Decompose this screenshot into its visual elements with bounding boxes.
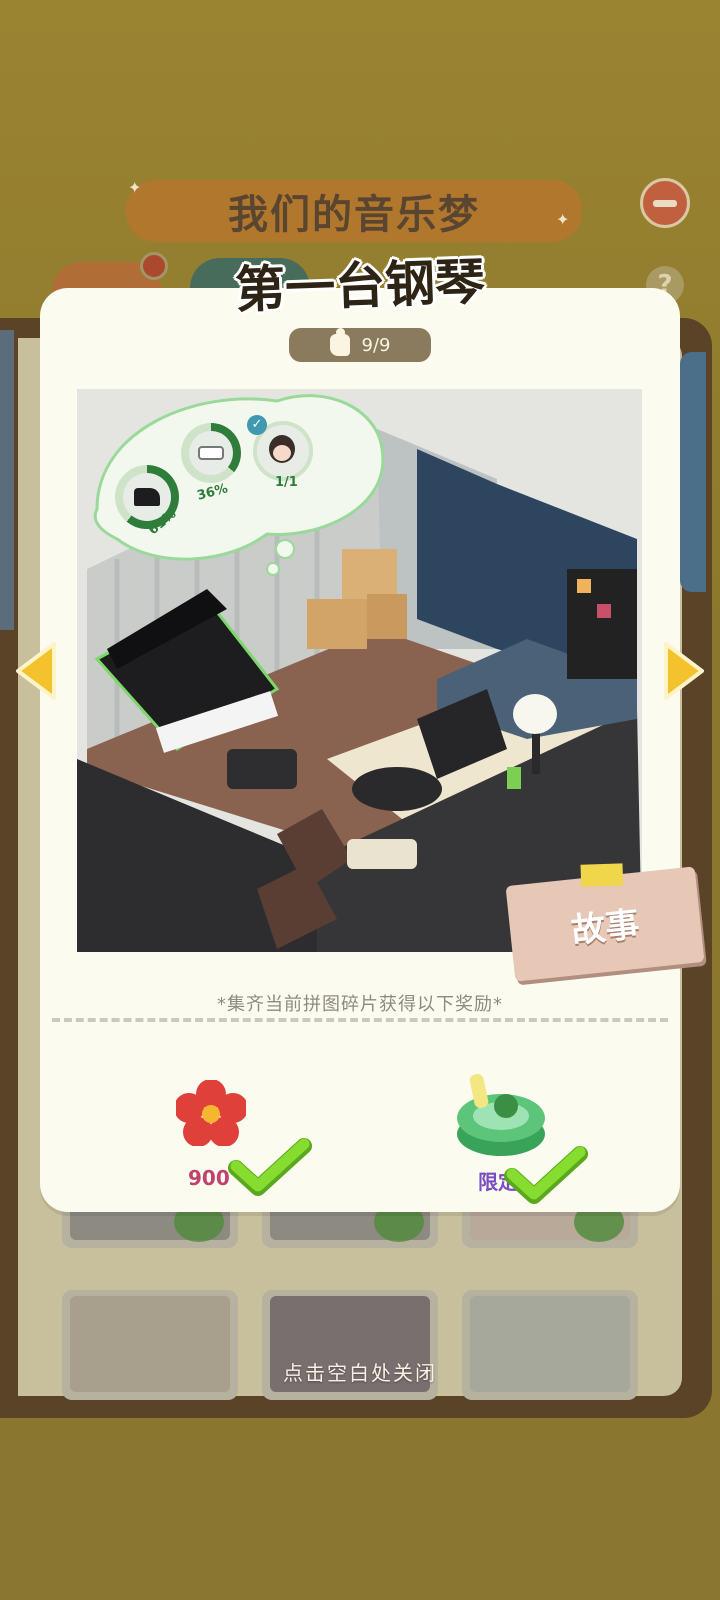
- reward-caption: *集齐当前拼图碎片获得以下奖励*: [217, 994, 503, 1015]
- board-side-strip: [0, 330, 14, 630]
- puzzle-piece-icon: [329, 328, 350, 356]
- roller-task-ring: [181, 423, 241, 483]
- check-icon: [504, 1146, 588, 1204]
- check-circle-icon: ✓: [247, 415, 267, 435]
- story-button[interactable]: 故事: [505, 863, 705, 982]
- story-button-label: 故事: [569, 904, 642, 951]
- tape-decoration: [580, 863, 624, 887]
- reward-item: 900: [146, 1080, 312, 1200]
- album-title-ribbon: 我们的音乐梦: [126, 180, 582, 242]
- puzzle-scene-image: 61% 36% ✓ 1/1: [77, 389, 642, 952]
- divider: [52, 1018, 668, 1022]
- minus-close-icon[interactable]: [640, 178, 690, 228]
- album-title: 我们的音乐梦: [228, 192, 480, 238]
- tap-to-close-hint: 点击空白处关闭: [283, 1361, 437, 1385]
- next-arrow-icon[interactable]: [660, 640, 706, 702]
- reward-item: 限定: [440, 1068, 588, 1204]
- piece-progress-pill: 9/9: [289, 328, 431, 362]
- board-side-tab: [680, 352, 706, 592]
- sparkle-icon: ✦: [128, 178, 142, 197]
- character-task-count: 1/1: [275, 475, 298, 490]
- previous-arrow-icon[interactable]: [14, 640, 60, 702]
- piece-progress-text: 9/9: [361, 334, 391, 356]
- sparkle-icon: ✦: [556, 210, 570, 229]
- paint-roller-icon: [189, 431, 233, 475]
- check-icon: [228, 1138, 312, 1196]
